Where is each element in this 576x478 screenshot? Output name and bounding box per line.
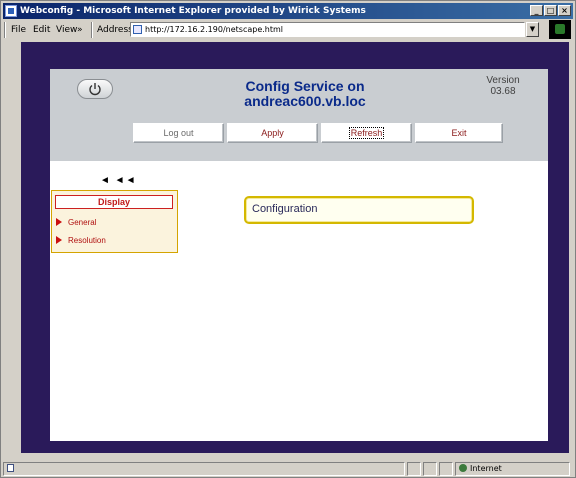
power-button[interactable] (77, 79, 113, 99)
minimize-button[interactable]: _ (530, 5, 543, 16)
page-frame: Config Service on andreac600.vb.loc Vers… (21, 42, 569, 453)
ie-app-icon[interactable] (5, 5, 17, 17)
menu-file[interactable]: File (11, 25, 26, 35)
status-cell-2 (423, 462, 437, 476)
maximize-button[interactable]: □ (544, 5, 557, 16)
version-info: Version 03.68 (468, 75, 538, 97)
back-arrows-icon[interactable]: ◄ ◄◄ (100, 175, 136, 186)
triangle-right-icon (56, 218, 62, 226)
side-menu-item-general[interactable]: General (56, 218, 96, 227)
menu-edit[interactable]: Edit (33, 25, 50, 35)
side-menu-item-resolution[interactable]: Resolution (56, 236, 106, 245)
internet-globe-icon (459, 464, 467, 472)
status-bar: Internet (3, 460, 573, 477)
exit-button[interactable]: Exit (415, 123, 503, 143)
menu-view[interactable]: View (56, 25, 77, 35)
content-area: ◄ ◄◄ Display General Resolution Configur… (50, 161, 548, 441)
address-label: Address (97, 25, 133, 35)
zone-label: Internet (470, 464, 502, 473)
power-icon (89, 83, 101, 96)
logout-button[interactable]: Log out (133, 123, 224, 143)
toolbar-separator (91, 22, 93, 38)
address-input[interactable]: http://172.16.2.190/netscape.html (130, 22, 525, 37)
page-header: Config Service on andreac600.vb.loc Vers… (50, 69, 548, 161)
version-value: 03.68 (490, 86, 516, 97)
security-zone: Internet (455, 462, 570, 476)
apply-button[interactable]: Apply (227, 123, 318, 143)
page-title: Config Service on andreac600.vb.loc (200, 79, 410, 109)
side-menu-item-label: Resolution (68, 236, 106, 245)
page-title-host: andreac600.vb.loc (244, 93, 366, 109)
page-icon (133, 25, 142, 34)
menu-overflow-chevron[interactable]: » (77, 25, 83, 35)
title-bar: Webconfig - Microsoft Internet Explorer … (3, 3, 573, 19)
refresh-button[interactable]: Refresh (321, 123, 412, 143)
done-page-icon (7, 464, 14, 472)
page-title-line1: Config Service on (245, 78, 365, 94)
status-cell-1 (407, 462, 421, 476)
side-menu: Display General Resolution (51, 190, 178, 253)
window-controls: _ □ × (530, 5, 571, 16)
close-button[interactable]: × (558, 5, 571, 16)
address-dropdown-button[interactable]: ▼ (526, 22, 539, 37)
side-menu-item-label: General (68, 218, 97, 227)
address-url: http://172.16.2.190/netscape.html (145, 25, 284, 34)
status-cell-3 (439, 462, 453, 476)
side-menu-header-display[interactable]: Display (55, 195, 173, 209)
windows-logo-icon (549, 20, 571, 39)
refresh-label: Refresh (348, 127, 385, 139)
triangle-right-icon (56, 236, 62, 244)
browser-window: Webconfig - Microsoft Internet Explorer … (0, 0, 576, 478)
toolbar-grip (4, 22, 6, 38)
menu-address-bar: File Edit View » Address http://172.16.2… (3, 20, 573, 40)
configuration-panel-title: Configuration (244, 196, 474, 224)
window-title: Webconfig - Microsoft Internet Explorer … (20, 6, 366, 16)
status-text (3, 462, 405, 476)
version-label: Version (486, 75, 520, 86)
